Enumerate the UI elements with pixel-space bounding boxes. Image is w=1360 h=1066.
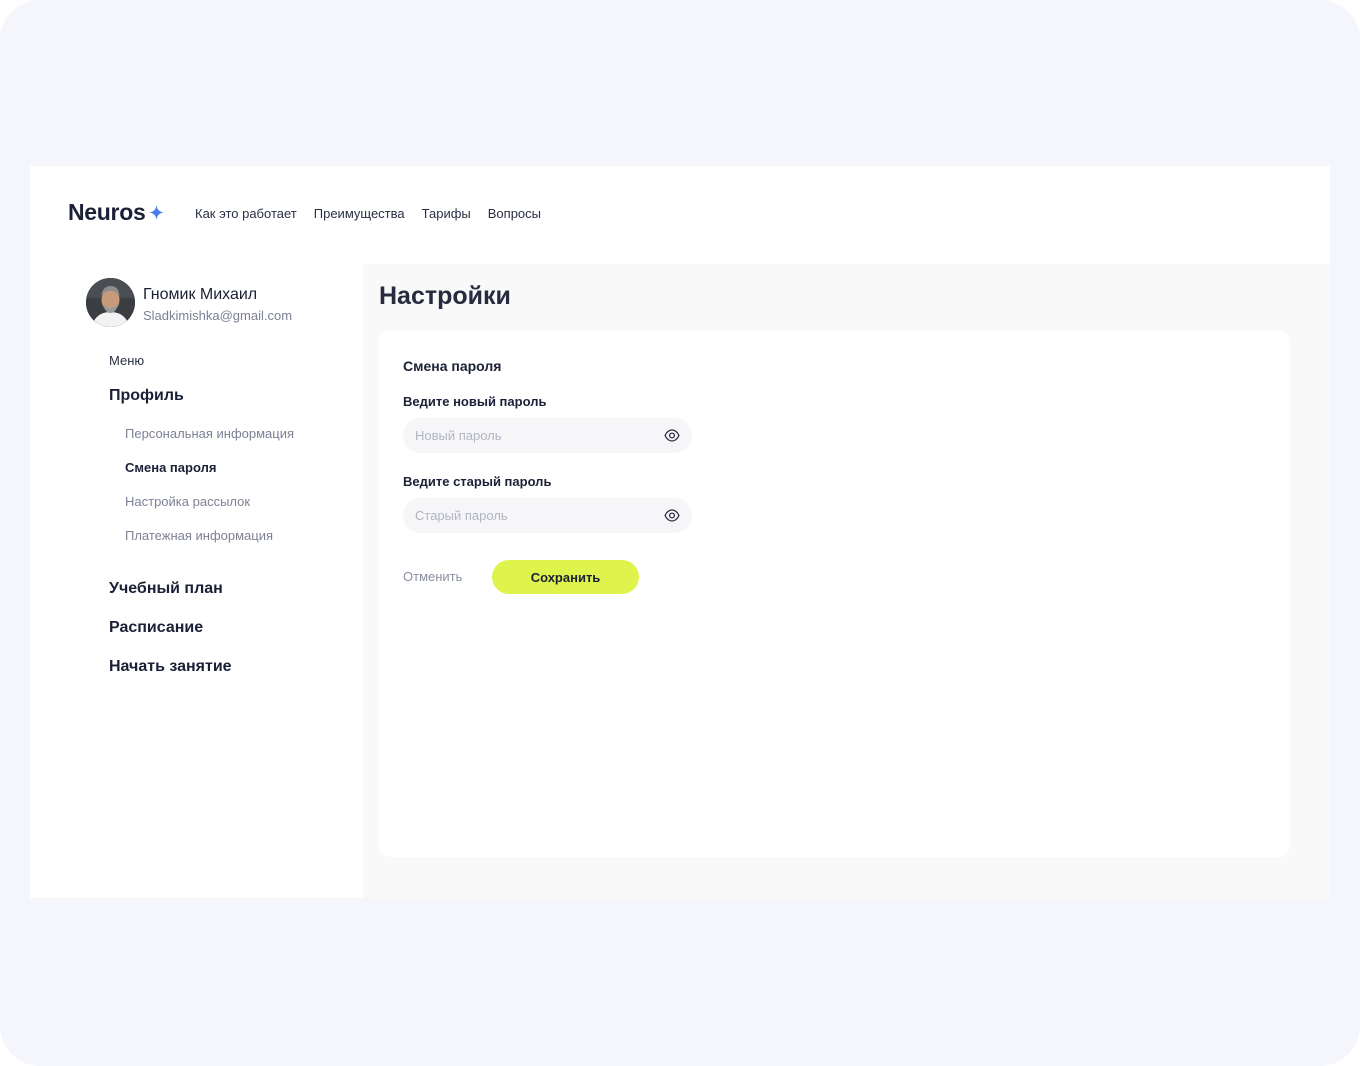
avatar[interactable] — [86, 278, 135, 327]
old-password-input[interactable] — [415, 498, 655, 533]
user-name: Гномик Михаил — [143, 286, 258, 303]
cancel-button[interactable]: Отменить — [403, 570, 462, 584]
eye-icon[interactable] — [664, 509, 680, 522]
card-title: Смена пароля — [403, 358, 502, 374]
old-password-label: Ведите старый пароль — [403, 474, 552, 489]
eye-icon[interactable] — [664, 429, 680, 442]
logo[interactable]: Neuros — [68, 199, 165, 226]
new-password-label: Ведите новый пароль — [403, 394, 547, 409]
user-email: Sladkimishka@gmail.com — [143, 308, 293, 323]
sidebar-subitem-change-password[interactable]: Смена пароля — [125, 460, 216, 475]
new-password-field — [403, 418, 692, 453]
sidebar-subitem-payment-info[interactable]: Платежная информация — [125, 528, 273, 543]
sidebar-item-start-lesson[interactable]: Начать занятие — [109, 658, 232, 676]
page-title: Настройки — [379, 282, 511, 310]
nav-how-it-works[interactable]: Как это работает — [195, 206, 297, 221]
sidebar-item-profile[interactable]: Профиль — [109, 387, 184, 405]
password-card: Смена пароля Ведите новый пароль Ведите … — [379, 330, 1290, 857]
old-password-field — [403, 498, 692, 533]
top-nav: Как это работает Преимущества Тарифы Воп… — [195, 206, 541, 221]
logo-text: Neuros — [68, 199, 146, 225]
app-window: Neuros Как это работает Преимущества Тар… — [30, 166, 1330, 898]
nav-pricing[interactable]: Тарифы — [422, 206, 471, 221]
save-button[interactable]: Сохранить — [492, 560, 639, 594]
sidebar-item-study-plan[interactable]: Учебный план — [109, 580, 223, 598]
sidebar-subitem-personal-info[interactable]: Персональная информация — [125, 426, 294, 441]
sidebar-item-schedule[interactable]: Расписание — [109, 619, 203, 637]
new-password-input[interactable] — [415, 418, 655, 453]
avatar-image — [86, 278, 135, 327]
header: Neuros Как это работает Преимущества Тар… — [30, 166, 1330, 264]
nav-advantages[interactable]: Преимущества — [314, 206, 405, 221]
sidebar-subitem-mailing-settings[interactable]: Настройка рассылок — [125, 494, 250, 509]
main-content: Настройки Смена пароля Ведите новый паро… — [363, 264, 1330, 898]
menu-caption: Меню — [109, 353, 145, 368]
sparkle-icon — [149, 205, 165, 220]
page-background: Neuros Как это работает Преимущества Тар… — [0, 0, 1360, 1066]
sidebar: Гномик Михаил Sladkimishka@gmail.com Мен… — [30, 264, 363, 898]
nav-questions[interactable]: Вопросы — [488, 206, 541, 221]
